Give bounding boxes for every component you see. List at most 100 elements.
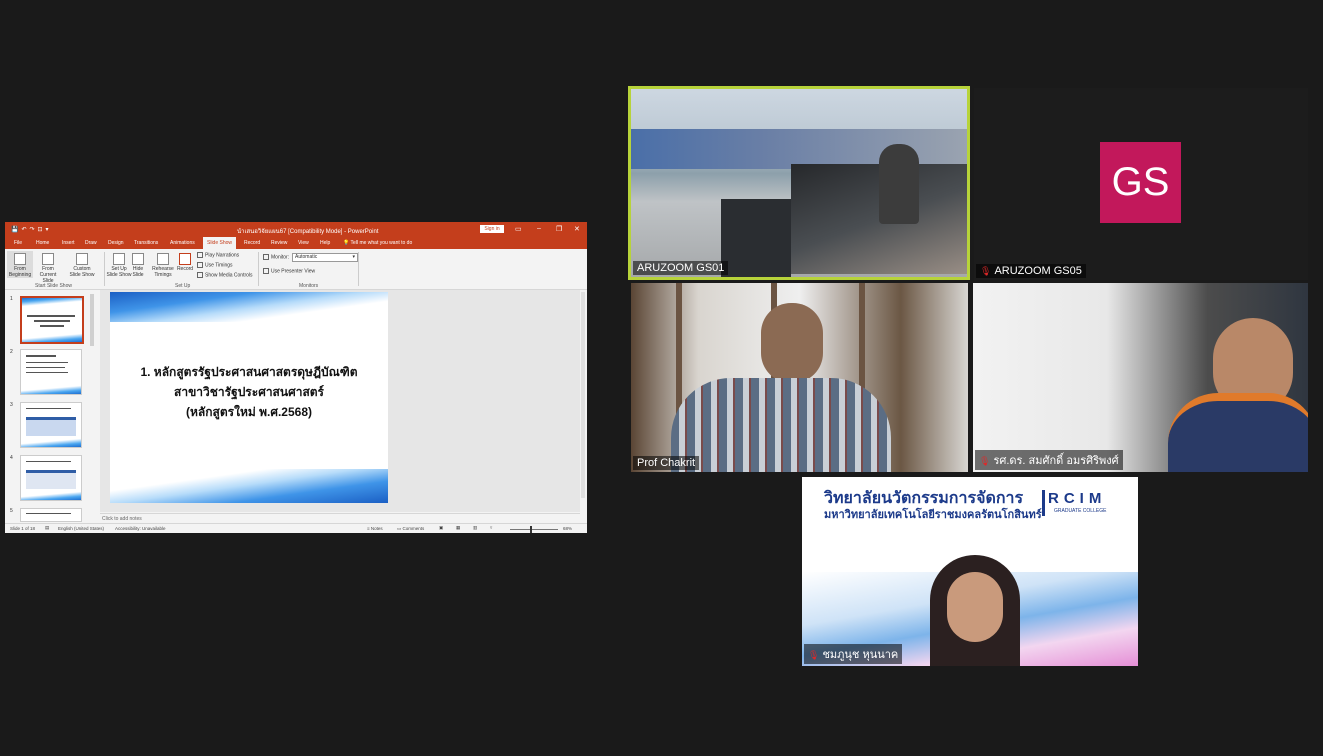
tab-file[interactable]: File [14, 240, 22, 246]
video-tile-prof-chakrit[interactable]: Prof Chakrit [631, 283, 968, 472]
tab-transitions[interactable]: Transitions [134, 240, 158, 246]
rcim-logo: RCIM [1048, 490, 1107, 507]
participant-name: ชมภูนุช หุนนาค [822, 649, 899, 661]
use-timings-checkbox[interactable]: Use Timings [197, 262, 233, 268]
ribbon: From Beginning From Current Slide Custom… [5, 249, 587, 290]
current-slide[interactable]: 1. หลักสูตรรัฐประศาสนศาสตรดุษฎีบัณฑิต สา… [110, 292, 388, 503]
thumb-text-line [25, 372, 68, 373]
participant-name-bar: 🎙 ชมภูนุช หุนนาค [804, 644, 903, 664]
quick-access-toolbar[interactable]: 💾↶↷⊡▾ [11, 226, 52, 233]
rehearse-timings-button[interactable]: Rehearse Timings [152, 251, 174, 278]
maximize-icon[interactable]: ❐ [556, 225, 562, 233]
thumb-text-line [25, 367, 65, 368]
status-bar: Slide 1 of 18 ▤ English (United States) … [5, 523, 587, 533]
checkbox-icon [197, 272, 203, 278]
tab-view[interactable]: View [298, 240, 309, 246]
from-beginning-label: From Beginning [8, 266, 32, 278]
window-title: นำเสนอวิจัยแผน67 [Compatibility Mode] - … [237, 229, 379, 235]
powerpoint-window: 💾↶↷⊡▾ นำเสนอวิจัยแผน67 [Compatibility Mo… [5, 222, 587, 533]
normal-view-icon[interactable]: ▣ [439, 525, 443, 531]
tab-record[interactable]: Record [244, 240, 260, 246]
show-media-controls-checkbox[interactable]: Show Media Controls [197, 272, 253, 278]
mic-muted-icon: 🎙 [808, 650, 820, 660]
video-tile-somsak[interactable]: 🎙 รศ.ดร. สมศักดิ์ อมรศิริพงศ์ [973, 283, 1308, 472]
minimize-icon[interactable]: – [537, 225, 541, 232]
video-tile-gs05[interactable]: GS 🎙 ARUZOOM GS05 [974, 88, 1308, 280]
logo-divider [1042, 490, 1045, 516]
ribbon-separator [358, 252, 359, 286]
tab-slide-show[interactable]: Slide Show [203, 237, 237, 249]
avatar: GS [1100, 142, 1181, 223]
tab-draw[interactable]: Draw [85, 240, 97, 246]
participant-name-bar: 🎙 รศ.ดร. สมศักดิ์ อมรศิริพงศ์ [975, 450, 1123, 470]
spellcheck-icon[interactable]: ▤ [45, 525, 49, 531]
thumb-wave [21, 490, 81, 500]
record-button[interactable]: Record [175, 251, 195, 272]
set-up-label: Set Up Slide Show [106, 266, 132, 278]
sign-in-button[interactable]: Sign in [480, 225, 504, 233]
hide-slide-label: Hide Slide [132, 266, 144, 278]
slide-number: 5 [10, 508, 13, 514]
tab-review[interactable]: Review [271, 240, 287, 246]
slide-number: 3 [10, 402, 13, 408]
thumb-text-line [26, 315, 75, 317]
thumb-wave [21, 437, 81, 447]
title-bar: 💾↶↷⊡▾ นำเสนอวิจัยแผน67 [Compatibility Mo… [5, 222, 587, 237]
participant-head [761, 303, 823, 383]
from-beginning-button[interactable]: From Beginning [7, 251, 33, 278]
slide-scrollbar[interactable] [581, 292, 585, 498]
checkbox-icon [197, 252, 203, 258]
use-presenter-view-checkbox[interactable]: Use Presenter View [263, 268, 315, 274]
from-current-slide-button[interactable]: From Current Slide [35, 251, 61, 284]
group-set-up: Set Up [175, 283, 191, 289]
slideshow-view-icon[interactable]: ▿ [490, 525, 492, 531]
hide-slide-button[interactable]: Hide Slide [129, 251, 147, 278]
slide-title-line-1: 1. หลักสูตรรัฐประศาสนศาสตรดุษฎีบัณฑิต [140, 365, 358, 379]
slide-title[interactable]: 1. หลักสูตรรัฐประศาสนศาสตรดุษฎีบัณฑิต สา… [110, 362, 388, 422]
tab-home[interactable]: Home [36, 240, 49, 246]
mic-muted-icon: 🎙 [979, 456, 991, 466]
slide-thumbnail[interactable] [20, 349, 82, 395]
slide-thumbnail[interactable] [20, 508, 82, 522]
ribbon-display-icon[interactable]: ▭ [515, 225, 522, 233]
monitor-select[interactable]: Automatic ▾ [292, 253, 358, 262]
from-current-label: From Current Slide [39, 266, 57, 284]
zoom-level[interactable]: 68% [563, 526, 572, 531]
slide-wave-bottom [110, 469, 388, 503]
close-icon[interactable]: ✕ [574, 225, 580, 233]
zoom-slider-thumb[interactable] [530, 526, 532, 533]
zoom-slider[interactable] [510, 526, 558, 533]
custom-show-icon [76, 253, 88, 265]
tab-animations[interactable]: Animations [170, 240, 195, 246]
comments-button[interactable]: ▭ Comments [397, 526, 424, 532]
rehearse-label: Rehearse Timings [152, 266, 174, 278]
accessibility-status[interactable]: Accessibility: Unavailable [115, 526, 166, 531]
slide-sorter-icon[interactable]: ▦ [456, 525, 460, 531]
video-tile-chompoonuch[interactable]: วิทยาลัยนวัตกรรมการจัดการ มหาวิทยาลัยเทค… [802, 477, 1138, 666]
slide-counter: Slide 1 of 18 [10, 526, 36, 531]
mic-muted-icon: 🎙 [980, 266, 992, 276]
play-narrations-checkbox[interactable]: Play Narrations [197, 252, 239, 258]
tab-design[interactable]: Design [108, 240, 124, 246]
reading-view-icon[interactable]: ▥ [473, 525, 477, 531]
tab-insert[interactable]: Insert [62, 240, 75, 246]
slide-number: 4 [10, 455, 13, 461]
slide-thumbnail[interactable] [20, 296, 84, 344]
use-timings-label: Use Timings [205, 262, 233, 269]
slide-title-line-3: (หลักสูตรใหม่ พ.ศ.2568) [186, 405, 312, 419]
participant-name-bar: 🎙 ARUZOOM GS05 [976, 264, 1086, 278]
slide-title-line-2: สาขาวิชารัฐประศาสนศาสตร์ [174, 385, 324, 399]
notes-icon: ≡ [367, 526, 370, 531]
tab-help[interactable]: Help [320, 240, 330, 246]
notes-pane[interactable]: Click to add notes [100, 513, 580, 523]
thumbnail-scrollbar[interactable] [90, 294, 94, 346]
video-tile-gs01[interactable]: ARUZOOM GS01 [628, 86, 970, 280]
thumb-table [26, 470, 76, 489]
slide-thumbnail[interactable] [20, 402, 82, 448]
tell-me-search[interactable]: 💡 Tell me what you want to do [343, 240, 412, 246]
language-status[interactable]: English (United States) [58, 526, 104, 531]
participant-face [947, 572, 1003, 642]
custom-slide-show-button[interactable]: Custom Slide Show [69, 251, 95, 278]
slide-thumbnail[interactable] [20, 455, 82, 501]
notes-button[interactable]: ≡ Notes [367, 526, 383, 531]
